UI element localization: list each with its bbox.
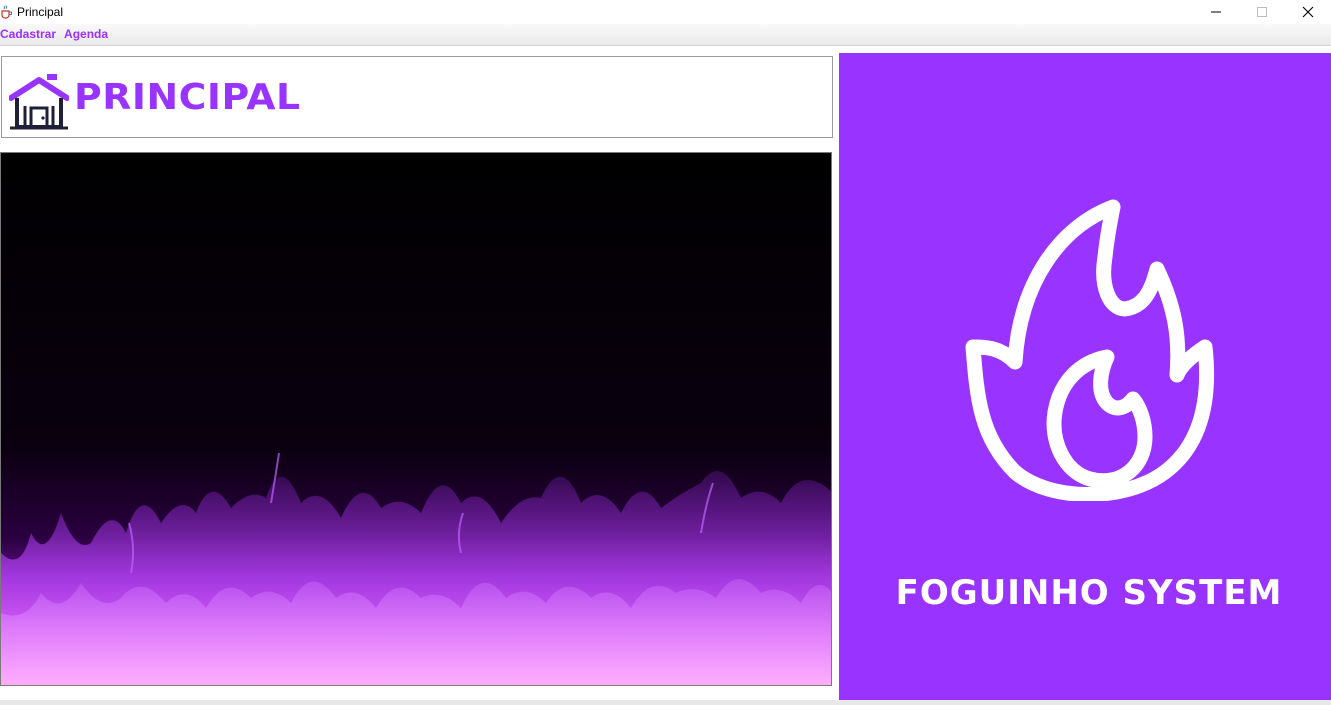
house-icon: [8, 72, 70, 130]
java-cup-icon: [0, 5, 12, 19]
close-icon: [1302, 6, 1314, 18]
menu-cadastrar[interactable]: Cadastrar: [0, 24, 60, 45]
brand-name: FOGUINHO SYSTEM: [895, 573, 1283, 613]
minimize-button[interactable]: [1193, 0, 1239, 24]
purple-flames-image: [0, 152, 832, 686]
maximize-button[interactable]: [1239, 0, 1285, 24]
main-content: PRINCIPAL FOGUINHO SYSTEM: [0, 46, 1331, 705]
menu-bar: Cadastrar Agenda: [0, 24, 1331, 46]
close-button[interactable]: [1285, 0, 1331, 24]
minimize-icon: [1210, 6, 1222, 18]
maximize-icon: [1256, 6, 1268, 18]
bottom-border: [0, 700, 1331, 705]
page-title: PRINCIPAL: [74, 77, 301, 118]
window-titlebar: Principal: [0, 0, 1331, 24]
header-panel: PRINCIPAL: [1, 56, 833, 138]
brand-panel: FOGUINHO SYSTEM: [839, 53, 1331, 701]
window-title: Principal: [17, 5, 64, 19]
flame-logo-icon: [965, 197, 1215, 502]
window-controls: [1193, 0, 1331, 24]
menu-agenda[interactable]: Agenda: [60, 24, 112, 45]
